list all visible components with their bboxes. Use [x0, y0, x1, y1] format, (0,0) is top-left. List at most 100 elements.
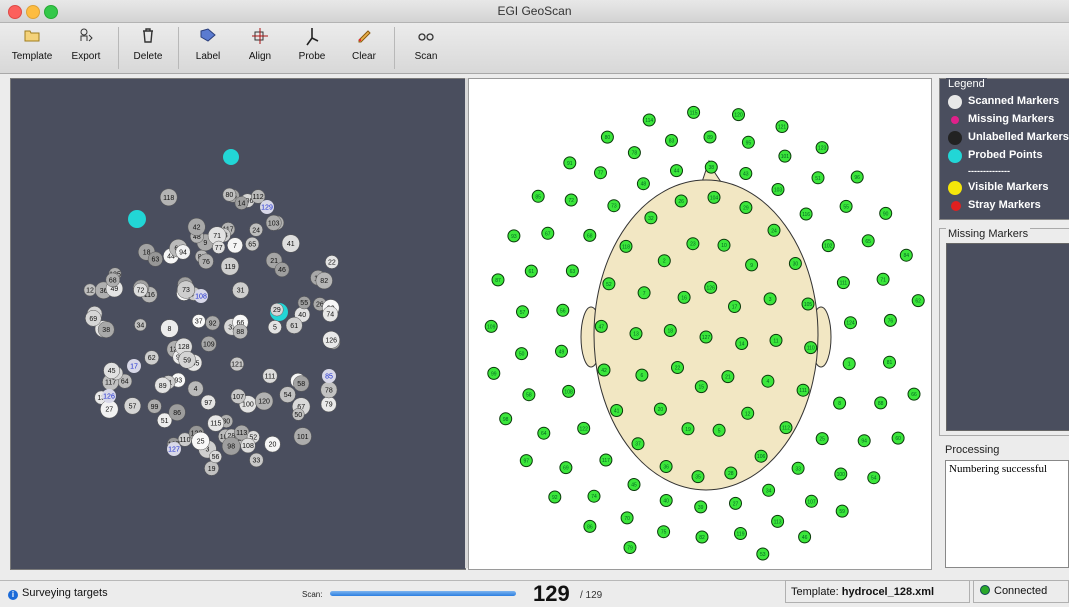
template-electrode[interactable]: 64 — [537, 426, 551, 440]
template-electrode[interactable]: 73 — [607, 199, 621, 213]
template-electrode[interactable]: 3 — [763, 292, 777, 306]
template-electrode[interactable]: 101 — [778, 149, 792, 163]
template-electrode[interactable]: 97 — [519, 454, 533, 468]
template-electrode[interactable]: 105 — [801, 297, 815, 311]
scanned-marker[interactable]: 76 — [198, 253, 214, 270]
scanned-marker[interactable]: 121 — [229, 357, 245, 372]
scanned-marker[interactable]: 57 — [123, 397, 142, 415]
scanned-marker[interactable]: 38 — [97, 321, 115, 338]
template-electrode[interactable]: 56 — [556, 303, 570, 317]
scanned-marker[interactable]: 56 — [209, 450, 222, 464]
template-electrode[interactable]: 33 — [791, 461, 805, 475]
scanned-marker[interactable]: 54 — [279, 386, 296, 403]
template-electrode[interactable]: 41 — [610, 404, 624, 417]
template-electrode[interactable]: 104 — [707, 190, 721, 204]
label-button[interactable]: Label — [184, 27, 232, 71]
template-electrode[interactable]: 85 — [531, 189, 545, 203]
template-electrode[interactable]: 103 — [771, 183, 785, 196]
template-electrode[interactable]: 82 — [695, 530, 709, 544]
template-electrode[interactable]: 12 — [741, 406, 755, 420]
template-electrode[interactable]: 22 — [671, 361, 684, 374]
scanned-marker[interactable]: 101 — [293, 427, 312, 446]
template-electrode[interactable]: 88 — [874, 396, 888, 410]
template-electrode[interactable]: 25 — [815, 432, 829, 446]
template-electrode[interactable]: 42 — [597, 363, 611, 377]
template-electrode[interactable]: 14 — [735, 337, 749, 350]
template-electrode[interactable]: 108 — [562, 384, 576, 398]
template-electrode[interactable]: 34 — [762, 483, 776, 497]
template-electrode[interactable]: 121 — [775, 120, 789, 133]
scanned-marker[interactable]: 45 — [103, 362, 120, 379]
template-electrode[interactable]: 39 — [694, 500, 708, 514]
template-electrode[interactable]: 86 — [583, 519, 597, 533]
scanned-marker[interactable]: 120 — [254, 391, 274, 411]
template-electrode[interactable]: 100 — [834, 467, 848, 481]
template-electrode[interactable]: 66 — [907, 387, 921, 401]
template-electrode[interactable]: 98 — [499, 412, 513, 426]
template-electrode[interactable]: 10 — [717, 238, 731, 252]
scanned-marker[interactable]: 78 — [320, 381, 338, 399]
template-electrode[interactable]: 48 — [636, 177, 650, 191]
template-electrode[interactable]: 106 — [754, 449, 768, 463]
template-electrode[interactable]: 51 — [811, 171, 825, 185]
template-electrode[interactable]: 61 — [524, 264, 538, 278]
blue-labelled-marker[interactable]: 126 — [102, 389, 116, 403]
template-electrode[interactable]: 21 — [721, 370, 735, 384]
scanned-marker[interactable]: 12 — [83, 283, 97, 297]
template-electrode[interactable]: 32 — [644, 211, 658, 225]
template-electrode[interactable]: 93 — [507, 229, 521, 243]
probe-button[interactable]: Probe — [288, 27, 336, 71]
scanned-marker[interactable]: 118 — [159, 188, 178, 207]
template-electrode[interactable]: 111 — [796, 383, 810, 397]
template-electrode[interactable]: 127 — [699, 330, 713, 344]
template-electrode[interactable]: 120 — [732, 108, 745, 122]
template-electrode[interactable]: 28 — [724, 466, 738, 480]
template-electrode[interactable]: 117 — [599, 453, 613, 467]
scanned-marker[interactable]: 42 — [187, 217, 206, 236]
template-electrode[interactable]: 59 — [835, 504, 849, 518]
template-electrode[interactable]: 65 — [861, 234, 875, 248]
processing-log[interactable]: Numbering successful — [945, 460, 1069, 568]
scanned-marker[interactable]: 99 — [147, 399, 162, 414]
scanned-marker[interactable]: 50 — [292, 408, 305, 421]
template-electrode[interactable]: 9 — [745, 258, 759, 272]
template-electrode[interactable]: 54 — [867, 471, 881, 485]
template-electrode[interactable]: 16 — [677, 290, 691, 304]
template-electrode[interactable]: 89 — [703, 130, 717, 144]
scanned-marker[interactable]: 79 — [320, 396, 337, 413]
scanned-marker[interactable]: 68 — [105, 272, 121, 288]
template-electrode[interactable]: 53 — [756, 547, 770, 561]
template-electrode[interactable]: 107 — [805, 494, 818, 508]
scanned-marker[interactable]: 58 — [293, 375, 310, 392]
scanned-marker[interactable]: 14 — [234, 196, 249, 210]
blue-labelled-marker[interactable]: 127 — [167, 442, 181, 456]
scanned-marker[interactable]: 72 — [133, 282, 148, 298]
scanned-marker[interactable]: 63 — [147, 251, 163, 267]
scan-3d-canvas[interactable]: 1051061126931115118117110412991330113123… — [11, 79, 465, 569]
template-electrode[interactable]: 15 — [694, 380, 708, 394]
template-electrode[interactable]: 79 — [623, 541, 637, 554]
template-electrode[interactable]: 95 — [741, 135, 755, 149]
scanned-marker[interactable]: 8 — [160, 319, 179, 338]
template-electrode[interactable]: 96 — [850, 170, 864, 184]
template-electrode[interactable]: 111 — [836, 276, 850, 290]
template-electrode[interactable]: 74 — [587, 489, 601, 503]
template-electrode[interactable]: 47 — [594, 319, 608, 333]
scanned-marker[interactable]: 86 — [168, 403, 186, 421]
template-electrode[interactable]: 113 — [771, 514, 785, 528]
template-electrode[interactable]: 83 — [665, 134, 678, 147]
template-electrode[interactable]: 36 — [659, 460, 673, 473]
template-electrode[interactable]: 115 — [687, 105, 701, 119]
template-electrode[interactable]: 77 — [594, 166, 607, 180]
scanned-marker[interactable]: 20 — [264, 436, 281, 453]
probed-point[interactable] — [223, 149, 239, 165]
template-electrode[interactable]: 26 — [674, 194, 688, 208]
template-electrode[interactable]: 126 — [704, 280, 718, 294]
template-electrode[interactable]: 2 — [657, 254, 671, 268]
scanned-marker[interactable]: 69 — [85, 310, 102, 327]
template-electrode[interactable]: 71 — [876, 272, 890, 286]
scanned-marker[interactable]: 62 — [144, 350, 160, 366]
template-electrode[interactable]: 50 — [515, 347, 529, 361]
blue-labelled-marker[interactable]: 108 — [194, 289, 208, 303]
scanned-marker[interactable]: 89 — [154, 377, 171, 394]
